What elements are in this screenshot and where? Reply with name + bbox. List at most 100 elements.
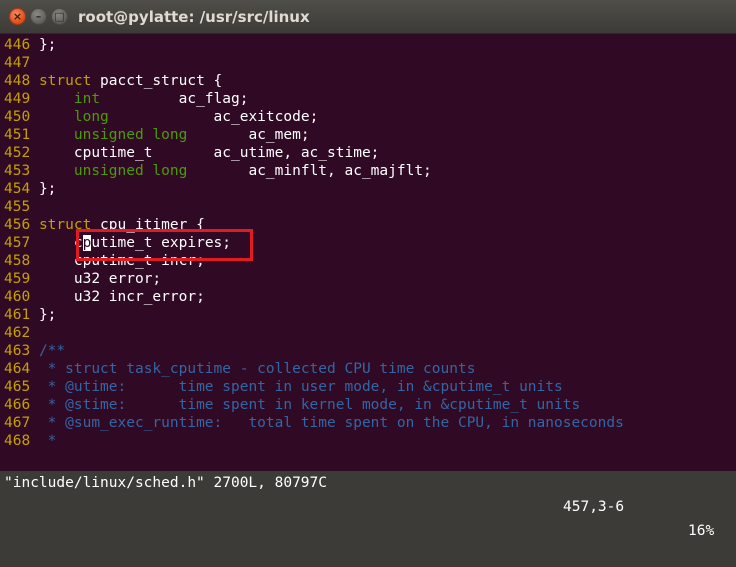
gutter-space <box>30 271 39 287</box>
status-filename: "include/linux/sched.h" 2700L, 80797C <box>4 475 328 491</box>
line-number: 456 <box>4 217 31 233</box>
line-number: 464 <box>4 361 31 377</box>
code-line: 453 unsigned long ac_minflt, ac_majflt; <box>4 162 432 180</box>
code-line: 463 /** <box>4 342 65 360</box>
code-token: * @utime: time spent in user mode, in &c… <box>38 379 563 395</box>
terminal-window: × – □ root@pylatte: /usr/src/linux 468 *… <box>0 0 736 539</box>
gutter-space <box>30 379 39 395</box>
line-number: 448 <box>4 73 31 89</box>
status-scroll-percent: 16% <box>688 523 715 539</box>
gutter-space <box>30 163 39 179</box>
gutter-space <box>30 253 39 269</box>
code-token: ac_minflt, ac_majflt; <box>187 163 432 179</box>
line-number: 453 <box>4 163 31 179</box>
code-token: unsigned long <box>73 163 188 179</box>
gutter-space <box>30 127 39 143</box>
code-line: 452 cputime_t ac_utime, ac_stime; <box>4 144 379 162</box>
code-token: u32 error; <box>38 271 162 287</box>
code-line: 450 long ac_exitcode; <box>4 108 318 126</box>
code-token: int <box>73 91 101 107</box>
vim-status-line: "include/linux/sched.h" 2700L, 80797C 45… <box>0 447 736 539</box>
code-line: 464 * struct task_cputime - collected CP… <box>4 360 475 378</box>
code-line: 449 int ac_flag; <box>4 90 248 108</box>
gutter-space <box>30 145 39 161</box>
code-line: 462 <box>4 324 39 342</box>
code-token: ac_exitcode; <box>108 109 319 125</box>
gutter-space <box>30 235 39 251</box>
line-number: 463 <box>4 343 31 359</box>
code-line: 466 * @stime: time spent in kernel mode,… <box>4 396 580 414</box>
close-icon[interactable]: × <box>9 8 26 25</box>
gutter-space <box>30 73 39 89</box>
code-line: 460 u32 incr_error; <box>4 288 205 306</box>
gutter-space <box>30 343 39 359</box>
code-token: pacct_struct { <box>91 73 223 89</box>
gutter-space <box>30 361 39 377</box>
gutter-space <box>30 217 39 233</box>
code-token: unsigned long <box>73 127 188 143</box>
line-number: 466 <box>4 397 31 413</box>
gutter-space <box>30 37 39 53</box>
code-token: ac_flag; <box>100 91 249 107</box>
code-token: struct <box>38 73 92 89</box>
maximize-icon[interactable]: □ <box>51 8 68 25</box>
title-bar[interactable]: × – □ root@pylatte: /usr/src/linux <box>0 0 736 34</box>
minimize-icon[interactable]: – <box>30 8 47 25</box>
code-token: * struct task_cputime - collected CPU ti… <box>38 361 476 377</box>
line-number: 446 <box>4 37 31 53</box>
gutter-space <box>30 397 39 413</box>
code-line: 465 * @utime: time spent in user mode, i… <box>4 378 563 396</box>
code-token: }; <box>38 307 57 323</box>
line-number: 455 <box>4 199 31 215</box>
code-token: }; <box>38 181 57 197</box>
code-line: 455 <box>4 198 39 216</box>
line-number: 460 <box>4 289 31 305</box>
line-number: 465 <box>4 379 31 395</box>
line-number: 459 <box>4 271 31 287</box>
code-token: ac_mem; <box>187 127 310 143</box>
line-number: 457 <box>4 235 31 251</box>
line-number: 461 <box>4 307 31 323</box>
code-line: 447 <box>4 54 39 72</box>
code-line: 451 unsigned long ac_mem; <box>4 126 310 144</box>
line-number: 449 <box>4 91 31 107</box>
code-token: /** <box>38 343 66 359</box>
code-token: long <box>73 109 109 125</box>
line-number: 458 <box>4 253 31 269</box>
code-token: * @stime: time spent in kernel mode, in … <box>38 397 581 413</box>
code-line: 461 }; <box>4 306 56 324</box>
gutter-space <box>30 199 39 215</box>
code-token: }; <box>38 37 57 53</box>
gutter-space <box>30 181 39 197</box>
status-cursor-position: 457,3-6 <box>563 499 625 515</box>
gutter-space <box>30 109 39 125</box>
gutter-space <box>30 325 39 341</box>
line-number: 451 <box>4 127 31 143</box>
code-token: u32 incr_error; <box>38 289 205 305</box>
line-number: 467 <box>4 415 31 431</box>
highlight-box <box>76 229 253 261</box>
window-title: root@pylatte: /usr/src/linux <box>78 8 310 26</box>
terminal-text-area[interactable]: 468 * 467 * @sum_exec_runtime: total time… <box>0 34 736 539</box>
gutter-space <box>30 289 39 305</box>
gutter-space <box>30 55 39 71</box>
line-number: 450 <box>4 109 31 125</box>
code-line: 454 }; <box>4 180 56 198</box>
code-line: 467 * @sum_exec_runtime: total time spen… <box>4 414 624 432</box>
code-token: * @sum_exec_runtime: total time spent on… <box>38 415 624 431</box>
gutter-space <box>30 415 39 431</box>
code-line: 448 struct pacct_struct { <box>4 72 222 90</box>
code-line: 459 u32 error; <box>4 270 161 288</box>
line-number: 454 <box>4 181 31 197</box>
code-token: cputime_t ac_utime, ac_stime; <box>38 145 380 161</box>
gutter-space <box>30 91 39 107</box>
line-number: 447 <box>4 55 31 71</box>
line-number: 462 <box>4 325 31 341</box>
line-number: 452 <box>4 145 31 161</box>
code-line: 446 }; <box>4 36 56 54</box>
gutter-space <box>30 307 39 323</box>
